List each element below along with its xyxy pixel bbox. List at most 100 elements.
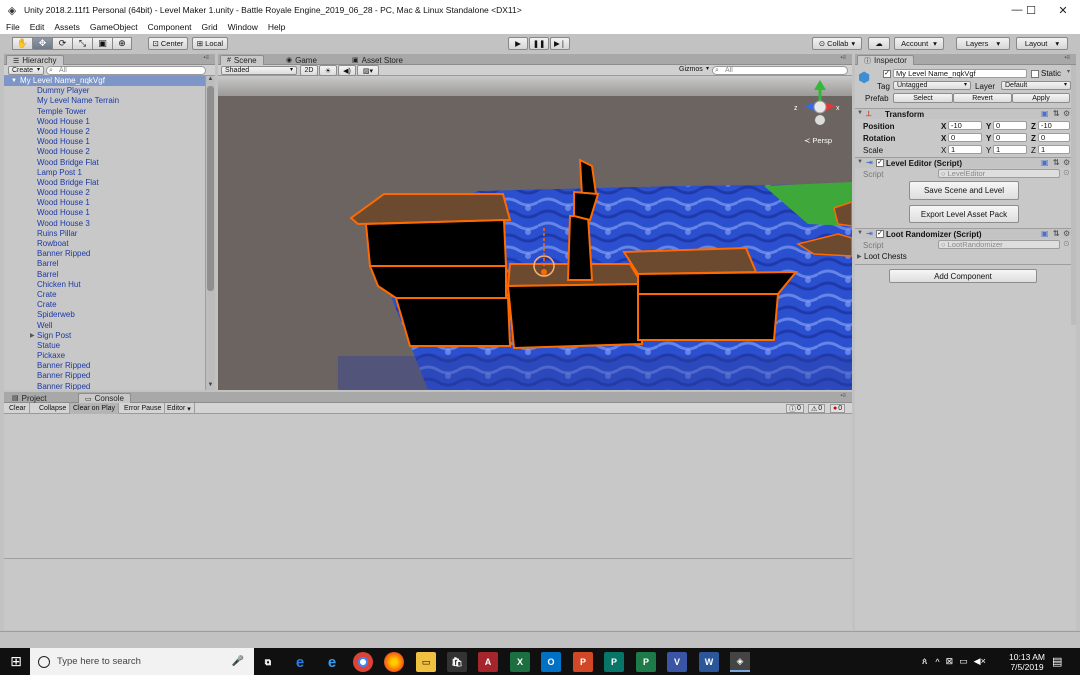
excel-icon[interactable]: X [510,652,530,672]
pause-button[interactable]: ❚❚ [529,37,549,50]
scale-z-field[interactable]: 1 [1038,145,1070,154]
menu-help[interactable]: Help [268,22,285,32]
tab-game[interactable]: ◉ Game [280,55,323,65]
panel-menu-icon[interactable]: ▪≡ [840,55,846,61]
level-editor-enabled-checkbox[interactable]: ✓ [876,159,884,167]
store-icon[interactable]: 🛍 [447,652,467,672]
collapse-arrow-icon[interactable]: ▼ [857,110,863,116]
expand-arrow-icon[interactable]: ▼ [11,76,17,86]
inspector-scrollbar[interactable] [1071,65,1076,325]
menu-grid[interactable]: Grid [202,22,218,32]
hierarchy-item[interactable]: Dummy Player [4,86,205,96]
shading-mode-dropdown[interactable]: Shaded ▾ [221,66,297,75]
collab-dropdown[interactable]: ⊙ Collab ▾ [812,37,862,50]
help-book-icon[interactable]: ▣ [1041,109,1049,118]
hierarchy-item[interactable]: Rowboat [4,239,205,249]
file-explorer-icon[interactable]: ▭ [416,652,436,672]
panel-menu-icon[interactable]: ▪≡ [203,55,209,61]
lighting-toggle[interactable]: ☀ [319,65,337,76]
warning-count-toggle[interactable]: ⚠ 0 [808,404,826,413]
hierarchy-item[interactable]: Banner Ripped [4,382,205,390]
tag-dropdown[interactable]: Untagged ▾ [893,81,971,90]
hierarchy-scrollbar[interactable]: ▲ ▼ [205,76,215,390]
scale-tool-icon[interactable]: ⤡ [72,37,92,50]
powerpoint-icon[interactable]: P [573,652,593,672]
hierarchy-item[interactable]: Wood House 2 [4,188,205,198]
active-checkbox[interactable]: ✓ [883,70,891,78]
menu-file[interactable]: File [6,22,20,32]
object-picker-icon[interactable]: ⊙ [1063,168,1070,177]
pivot-center-button[interactable]: ⊡ Center [148,37,188,50]
expand-arrow-icon[interactable]: ▶ [857,253,862,260]
hierarchy-item[interactable]: Pickaxe [4,351,205,361]
visio-icon[interactable]: V [667,652,687,672]
people-icon[interactable]: ጰ [922,656,927,667]
clear-on-play-button[interactable]: Clear on Play [70,403,120,414]
word-icon[interactable]: W [699,652,719,672]
show-hidden-icons[interactable]: ^ [935,657,939,667]
hierarchy-item[interactable]: Wood House 2 [4,147,205,157]
close-button[interactable]: ✕ [1040,0,1080,20]
action-center-icon[interactable]: ▤ [1052,648,1062,675]
menu-assets[interactable]: Assets [54,22,80,32]
account-dropdown[interactable]: Account ▾ [894,37,944,50]
scroll-thumb[interactable] [207,86,214,291]
prefab-revert-button[interactable]: Revert [953,93,1012,103]
access-icon[interactable]: A [478,652,498,672]
position-y-field[interactable]: 0 [993,121,1027,130]
step-button[interactable]: ▶❘ [550,37,570,50]
scroll-down-icon[interactable]: ▼ [206,382,215,390]
log-count-toggle[interactable]: ⓘ 0 [786,404,804,413]
cloud-button[interactable]: ☁ [868,37,890,50]
scene-render[interactable]: z x [218,76,852,390]
clear-button[interactable]: Clear [6,403,30,414]
hierarchy-search-input[interactable]: ⌕ All [46,66,206,75]
scene-search-input[interactable]: ⌕ All [712,66,848,75]
hierarchy-item[interactable]: Wood House 1 [4,208,205,218]
object-name-field[interactable]: My Level Name_nqkVgf [893,69,1027,78]
publisher-icon[interactable]: P [604,652,624,672]
hierarchy-root-item[interactable]: ▼ My Level Name_nqkVgf [4,76,205,87]
hierarchy-item[interactable]: Crate [4,300,205,310]
network-icon[interactable]: ⊠ [946,656,954,667]
static-dropdown-icon[interactable]: ▾ [1067,68,1070,75]
hierarchy-item[interactable]: Barrel [4,259,205,269]
edge-icon[interactable]: e [322,652,342,672]
loot-chests-label[interactable]: Loot Chests [864,252,907,261]
hierarchy-item[interactable]: Barrel [4,270,205,280]
effects-dropdown[interactable]: ▨▾ [357,65,379,76]
menu-edit[interactable]: Edit [30,22,45,32]
hierarchy-item[interactable]: Temple Tower [4,107,205,117]
hierarchy-item[interactable]: Banner Ripped [4,249,205,259]
static-checkbox[interactable] [1031,70,1039,78]
volume-icon[interactable]: ◀× [974,656,986,667]
error-count-toggle[interactable]: ● 0 [830,404,846,413]
collapse-arrow-icon[interactable]: ▼ [857,159,863,165]
chrome-icon[interactable] [353,652,373,672]
windows-start-icon[interactable]: ⊞ [0,648,32,675]
gizmos-dropdown[interactable]: Gizmos ▾ [676,66,712,75]
hierarchy-item[interactable]: Wood Bridge Flat [4,158,205,168]
hierarchy-item[interactable]: Crate [4,290,205,300]
rotation-z-field[interactable]: 0 [1038,133,1070,142]
hierarchy-item[interactable]: Ruins Pillar [4,229,205,239]
firefox-icon[interactable] [384,652,404,672]
panel-menu-icon[interactable]: ▪≡ [1064,55,1070,61]
collapse-button[interactable]: Collapse [36,403,71,414]
hierarchy-item[interactable]: Wood House 1 [4,137,205,147]
position-z-field[interactable]: -10 [1038,121,1070,130]
scale-x-field[interactable]: 1 [948,145,982,154]
level-editor-header[interactable]: ▼ ⇥ ✓ Level Editor (Script) ▣ ⇅ ⚙ [855,157,1076,168]
hierarchy-item[interactable]: Banner Ripped [4,361,205,371]
prefab-apply-button[interactable]: Apply [1012,93,1070,103]
unity-taskbar-icon[interactable]: ◈ [730,652,750,672]
pivot-local-button[interactable]: ⊞ Local [192,37,228,50]
project-icon[interactable]: P [636,652,656,672]
rotation-y-field[interactable]: 0 [993,133,1027,142]
help-book-icon[interactable]: ▣ [1041,158,1049,167]
loot-randomizer-header[interactable]: ▼ ⇥ ✓ Loot Randomizer (Script) ▣ ⇅ ⚙ [855,228,1076,239]
hierarchy-item[interactable]: Statue [4,341,205,351]
menu-window[interactable]: Window [228,22,258,32]
preset-icon[interactable]: ⇅ [1053,109,1060,118]
layers-dropdown[interactable]: Layers ▾ [956,37,1010,50]
